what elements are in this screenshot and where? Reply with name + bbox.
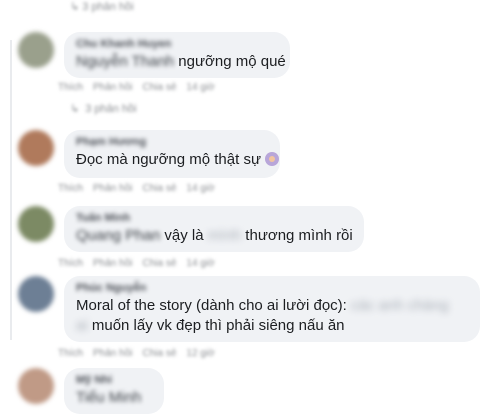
timestamp[interactable]: 12 giờ bbox=[186, 348, 214, 359]
comment-text: Tiểu Minh bbox=[76, 389, 142, 406]
thread-line bbox=[10, 40, 12, 340]
comment-actions: Thích Phản hồi Chia sẻ 12 giờ bbox=[58, 348, 225, 359]
like-button[interactable]: Thích bbox=[58, 82, 83, 93]
comment-text: Quang Phan vậy là mình thương mình rồi bbox=[76, 227, 353, 244]
comment-bubble: Chu Khanh Huyen Nguyễn Thanh ngưỡng mộ q… bbox=[64, 32, 290, 78]
hidden-word: mình bbox=[207, 227, 242, 244]
share-button[interactable]: Chia sẻ bbox=[143, 183, 177, 194]
share-button[interactable]: Chia sẻ bbox=[143, 82, 177, 93]
like-button[interactable]: Thích bbox=[58, 348, 83, 359]
like-button[interactable]: Thích bbox=[58, 258, 83, 269]
timestamp[interactable]: 14 giờ bbox=[186, 183, 214, 194]
reply-button[interactable]: Phản hồi bbox=[93, 183, 132, 194]
comment-bubble: Phúc Nguyễn Moral of the story (dành cho… bbox=[64, 276, 480, 342]
hidden-word: ai bbox=[76, 317, 88, 334]
avatar[interactable] bbox=[18, 276, 54, 312]
avatar[interactable] bbox=[18, 206, 54, 242]
share-button[interactable]: Chia sẻ bbox=[143, 348, 177, 359]
hidden-word: các anh chàng bbox=[351, 297, 449, 314]
avatar[interactable] bbox=[18, 368, 54, 404]
reply-button[interactable]: Phản hồi bbox=[93, 348, 132, 359]
comment-actions: Thích Phản hồi Chia sẻ 14 giờ bbox=[58, 82, 225, 93]
comment-actions: Thích Phản hồi Chia sẻ 14 giờ bbox=[58, 258, 225, 269]
reply-button[interactable]: Phản hồi bbox=[93, 82, 132, 93]
view-replies-link-top[interactable]: ↳ 3 phản hồi bbox=[70, 0, 134, 13]
emoji-icon bbox=[265, 152, 279, 166]
avatar[interactable] bbox=[18, 130, 54, 166]
commenter-name[interactable]: Mỹ Nhi bbox=[76, 374, 152, 386]
comment-bubble: Tuấn Minh Quang Phan vậy là mình thương … bbox=[64, 206, 364, 252]
commenter-name[interactable]: Tuấn Minh bbox=[76, 212, 352, 224]
timestamp[interactable]: 14 giờ bbox=[186, 82, 214, 93]
comment-text: Nguyễn Thanh ngưỡng mộ qué bbox=[76, 53, 286, 70]
reply-button[interactable]: Phản hồi bbox=[93, 258, 132, 269]
commenter-name[interactable]: Chu Khanh Huyen bbox=[76, 38, 278, 50]
timestamp[interactable]: 14 giờ bbox=[186, 258, 214, 269]
comment-actions: Thích Phản hồi Chia sẻ 14 giờ bbox=[58, 183, 225, 194]
avatar[interactable] bbox=[18, 32, 54, 68]
comment-bubble: Phạm Hương Đọc mà ngưỡng mộ thật sự bbox=[64, 130, 280, 178]
commenter-name[interactable]: Phúc Nguyễn bbox=[76, 282, 468, 294]
mention-link[interactable]: Nguyễn Thanh bbox=[76, 53, 174, 70]
comment-text: Đọc mà ngưỡng mộ thật sự bbox=[76, 150, 279, 170]
comment-text-line-1: Moral of the story (dành cho ai lười đọc… bbox=[76, 297, 449, 314]
commenter-name[interactable]: Phạm Hương bbox=[76, 136, 268, 148]
view-replies-link[interactable]: ↳ 3 phản hồi bbox=[70, 102, 137, 115]
like-button[interactable]: Thích bbox=[58, 183, 83, 194]
comment-text-line-2: ai muốn lấy vk đẹp thì phải siêng nấu ăn bbox=[76, 317, 345, 334]
mention-link[interactable]: Quang Phan bbox=[76, 227, 160, 244]
comment-bubble: Mỹ Nhi Tiểu Minh bbox=[64, 368, 164, 414]
share-button[interactable]: Chia sẻ bbox=[143, 258, 177, 269]
